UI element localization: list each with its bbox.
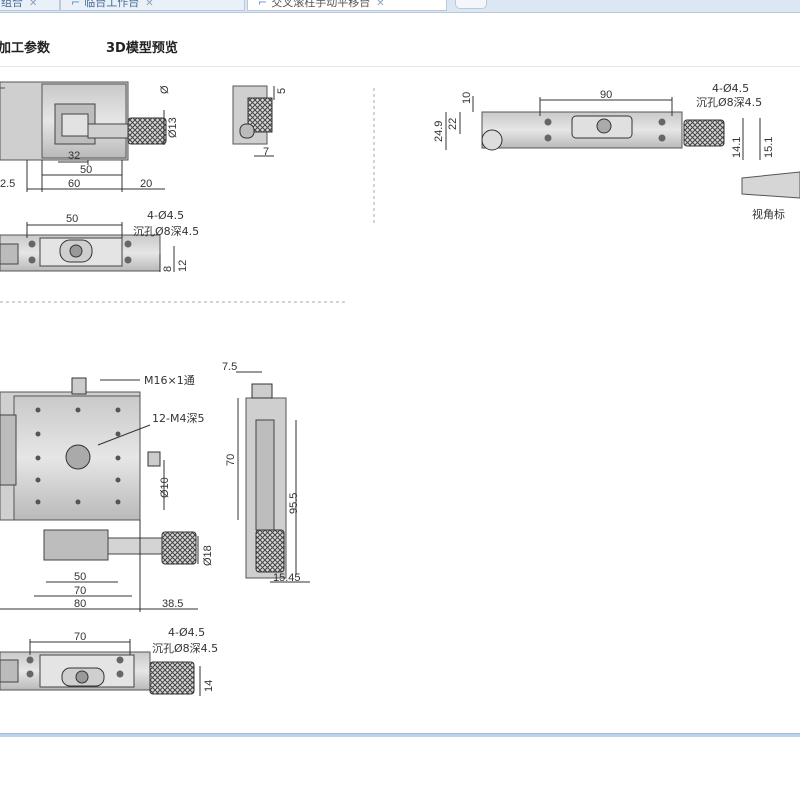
horizontal-scrollbar[interactable]: [0, 733, 800, 737]
dim-32: 32: [68, 150, 80, 162]
dim-15-45: 15.45: [273, 572, 301, 584]
dim-5: 5: [276, 88, 288, 94]
drawing3-side-view: [236, 371, 310, 583]
dim-70-side: 70: [225, 454, 237, 466]
dim-22: 22: [447, 118, 459, 130]
dim-10: 10: [461, 92, 473, 104]
dim-phi18: Ø18: [202, 545, 214, 566]
note-thread: M16×1通: [144, 374, 195, 387]
dim-38-5: 38.5: [162, 598, 183, 610]
dim-12: 12: [177, 260, 189, 272]
dim-90: 90: [600, 89, 612, 101]
note-tapped: 12-M4深5: [152, 412, 204, 425]
drawing1-top-view: [0, 81, 167, 161]
dim-80-3: 80: [74, 598, 86, 610]
dim-14-1: 14.1: [731, 137, 743, 158]
dim-phi13: Ø13: [167, 117, 179, 138]
note-counterbore-3: 沉孔Ø8深4.5: [152, 642, 218, 655]
dim-20: 20: [140, 178, 152, 190]
dim-14: 14: [203, 680, 215, 692]
dim-70-3: 70: [74, 585, 86, 597]
dim-24-9: 24.9: [433, 121, 445, 142]
dim-50b: 50: [66, 213, 78, 225]
dim-phi10: Ø10: [159, 477, 171, 498]
note-holes-3: 4-Ø4.5: [168, 626, 205, 639]
dim-15-1: 15.1: [763, 137, 775, 158]
technical-drawing: 32 50 60 20 2.5 Ø13 5 7 Ø 50 4-Ø4.5 沉孔Ø8…: [0, 81, 800, 696]
dim-8: 8: [162, 266, 174, 272]
dim-2-5: 2.5: [0, 178, 15, 190]
view-label: 视角标: [752, 207, 785, 221]
dim-95-5: 95.5: [288, 493, 300, 514]
note-counterbore: 沉孔Ø8深4.5: [133, 225, 199, 238]
dim-60: 60: [68, 178, 80, 190]
note-holes-2: 4-Ø4.5: [712, 82, 749, 95]
dim-partial: Ø: [159, 85, 171, 94]
dim-7-5: 7.5: [222, 361, 237, 373]
view-angle-indicator: [741, 171, 800, 199]
dim-7: 7: [263, 146, 269, 158]
dim-70-front: 70: [74, 631, 86, 643]
dim-50: 50: [80, 164, 92, 176]
note-counterbore-2: 沉孔Ø8深4.5: [696, 96, 762, 109]
note-holes: 4-Ø4.5: [147, 209, 184, 222]
dim-50-3: 50: [74, 571, 86, 583]
